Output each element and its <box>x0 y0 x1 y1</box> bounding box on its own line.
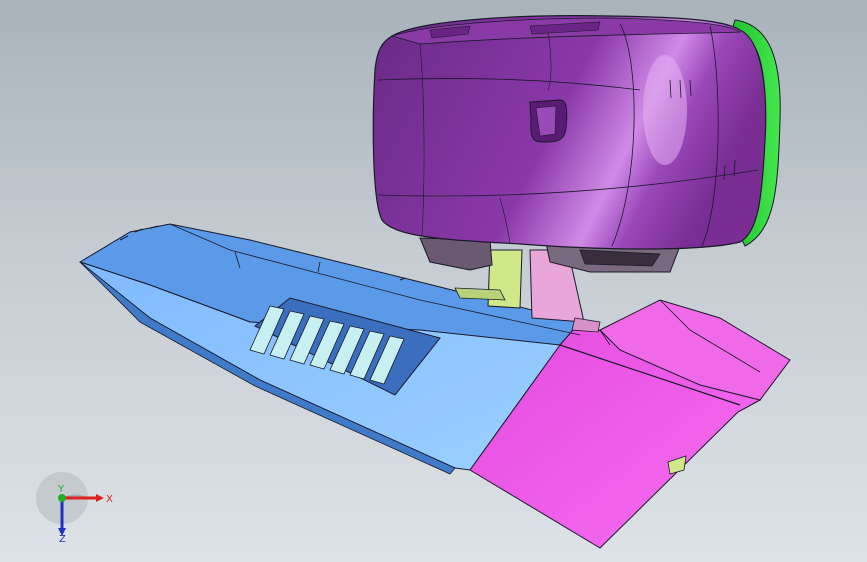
cad-model-scene[interactable]: X Y Z <box>0 0 867 562</box>
housing-body <box>372 15 767 250</box>
purple-housing[interactable] <box>372 15 781 250</box>
x-axis-label: X <box>106 494 113 505</box>
lower-panel[interactable] <box>78 223 791 549</box>
y-axis-dot <box>58 494 66 502</box>
cad-viewport[interactable]: X Y Z <box>0 0 867 562</box>
z-axis-label: Z <box>59 534 66 545</box>
coordinate-triad[interactable]: X Y Z <box>36 472 113 545</box>
y-axis-label: Y <box>57 484 65 495</box>
